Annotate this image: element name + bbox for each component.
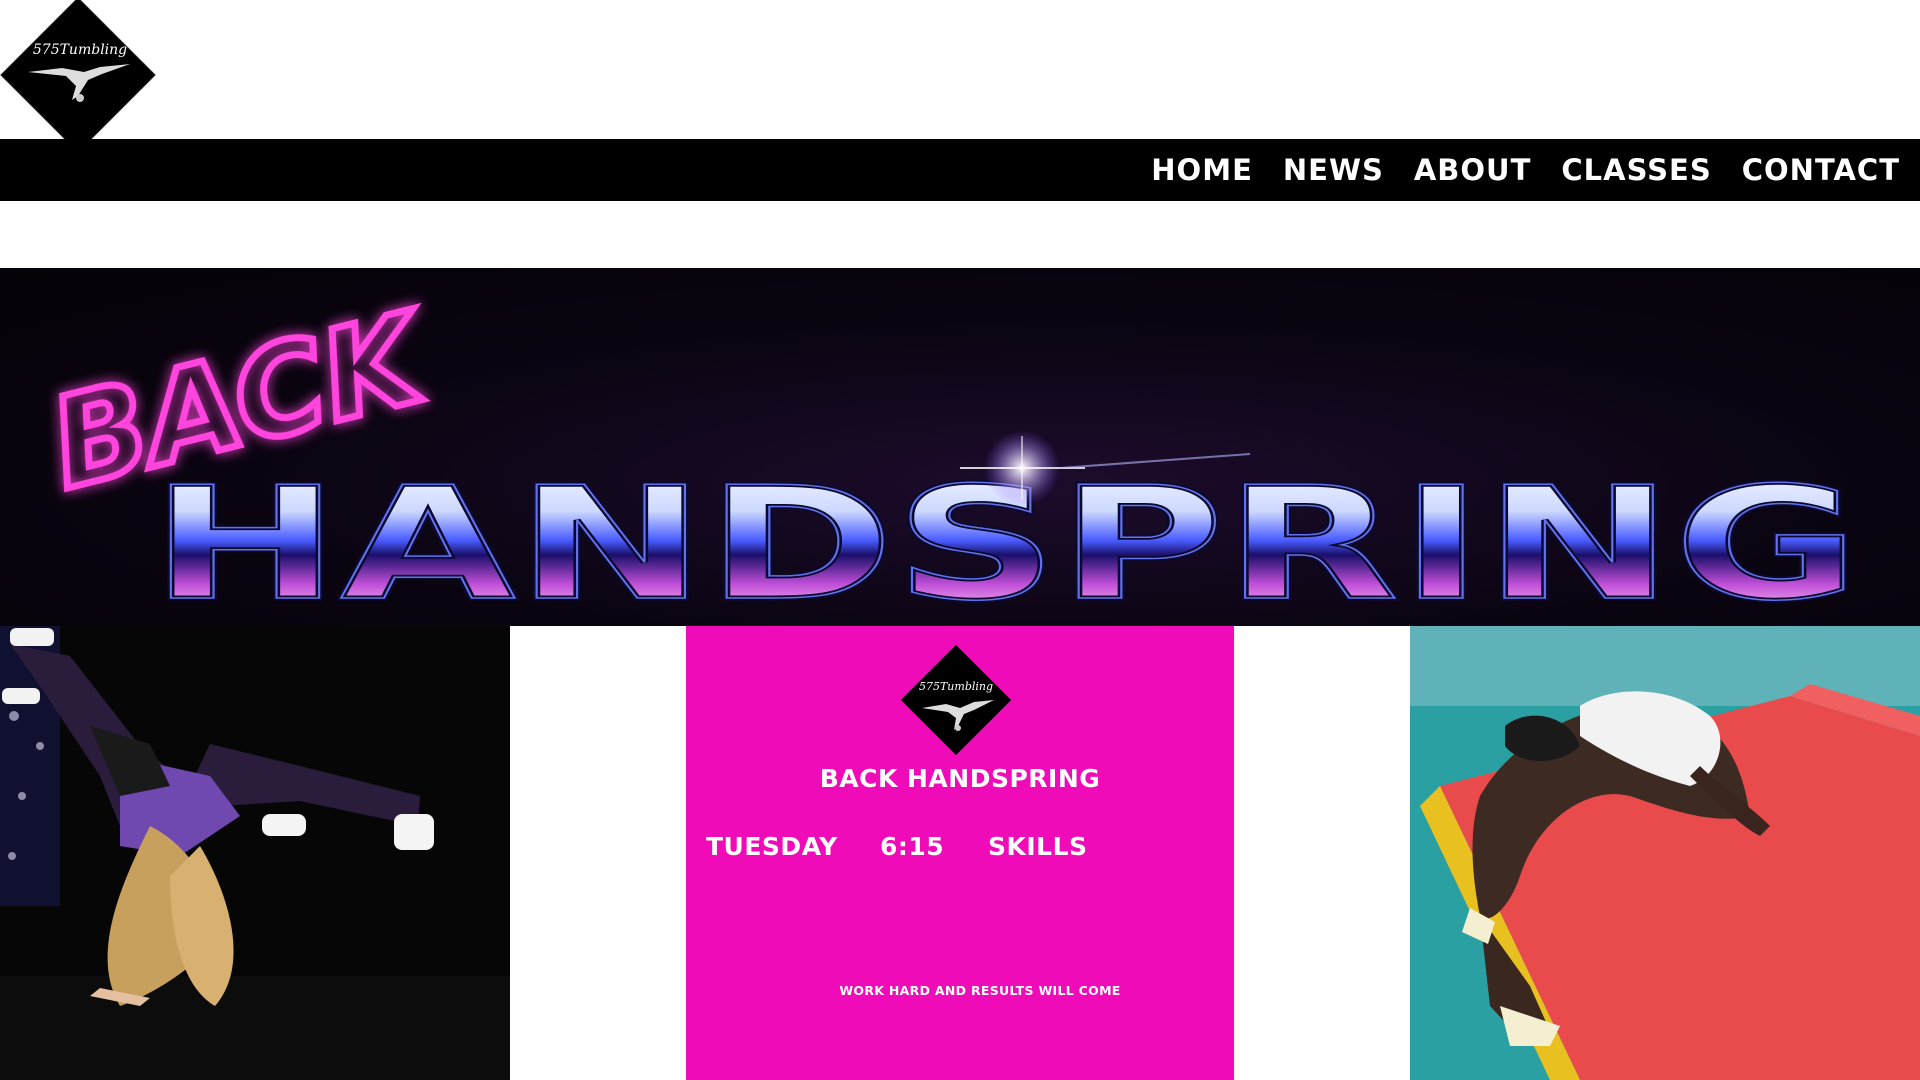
nav-about[interactable]: ABOUT: [1414, 153, 1532, 187]
promo-day: TUESDAY: [706, 832, 838, 861]
cheerleaders-photo: [0, 626, 510, 1080]
gymnast-silhouette-icon: [922, 700, 994, 731]
logo-text: 575Tumbling: [32, 42, 128, 58]
promo-level: SKILLS: [988, 832, 1088, 861]
gymnast-silhouette-icon: [28, 64, 130, 102]
promo-time: 6:15: [880, 832, 945, 861]
class-promo-card: 575Tumbling BACK HANDSPRING TUESDAY 6:15…: [686, 626, 1234, 1080]
banner-graphic: BACK HANDSPRING HANDSPRING: [34, 282, 1863, 626]
promo-title: BACK HANDSPRING: [819, 764, 1101, 793]
nav-classes[interactable]: CLASSES: [1561, 153, 1711, 187]
nav-contact[interactable]: CONTACT: [1742, 153, 1900, 187]
nav-home[interactable]: HOME: [1151, 153, 1253, 187]
hero-banner: BACK HANDSPRING HANDSPRING: [0, 268, 1920, 626]
promo-tagline: WORK HARD AND RESULTS WILL COME: [839, 983, 1121, 998]
gymnast-mat-photo: [1410, 626, 1920, 1080]
nav-news[interactable]: NEWS: [1283, 153, 1384, 187]
site-logo[interactable]: 575Tumbling: [0, 0, 160, 152]
nav-items: HOME NEWS ABOUT CLASSES CONTACT: [1151, 139, 1900, 201]
promo-logo: 575Tumbling: [900, 644, 1012, 756]
main-nav: HOME NEWS ABOUT CLASSES CONTACT: [0, 139, 1920, 201]
